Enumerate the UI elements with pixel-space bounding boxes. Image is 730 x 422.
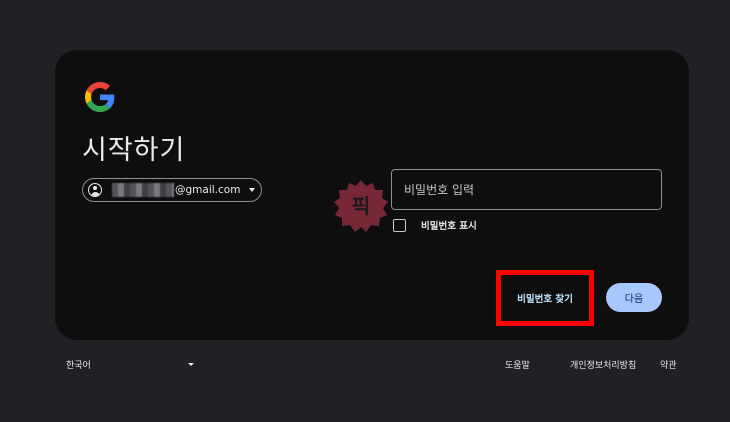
show-password-label: 비밀번호 표시 (421, 221, 477, 232)
password-input[interactable] (391, 169, 662, 210)
sign-in-card: 시작하기 @gmail.com 픽 비밀번호 표시 비밀번호 찾기 다음 (55, 50, 689, 340)
footer-links: 도움말 개인정보처리방침 약관 (0, 358, 730, 372)
forgot-password-button[interactable]: 비밀번호 찾기 (501, 275, 589, 321)
checkbox-icon[interactable] (393, 218, 406, 232)
google-g-logo-icon (85, 82, 115, 112)
show-password-toggle[interactable]: 비밀번호 표시 (393, 218, 477, 232)
privacy-policy-link[interactable]: 개인정보처리방침 (570, 358, 636, 371)
help-link[interactable]: 도움말 (505, 358, 530, 371)
terms-link[interactable]: 약관 (660, 358, 677, 371)
account-circle-icon (88, 183, 102, 197)
account-chip[interactable]: @gmail.com (82, 178, 262, 202)
next-button[interactable]: 다음 (606, 283, 662, 312)
redacted-email-username (112, 183, 174, 197)
watermark-badge: 픽 (334, 180, 388, 232)
page: 시작하기 @gmail.com 픽 비밀번호 표시 비밀번호 찾기 다음 한국어 (0, 0, 730, 422)
page-title: 시작하기 (82, 135, 186, 166)
highlight-box: 비밀번호 찾기 (496, 270, 594, 326)
watermark-text: 픽 (352, 194, 370, 218)
account-email-suffix: @gmail.com (175, 184, 241, 196)
chevron-down-icon (249, 188, 256, 192)
